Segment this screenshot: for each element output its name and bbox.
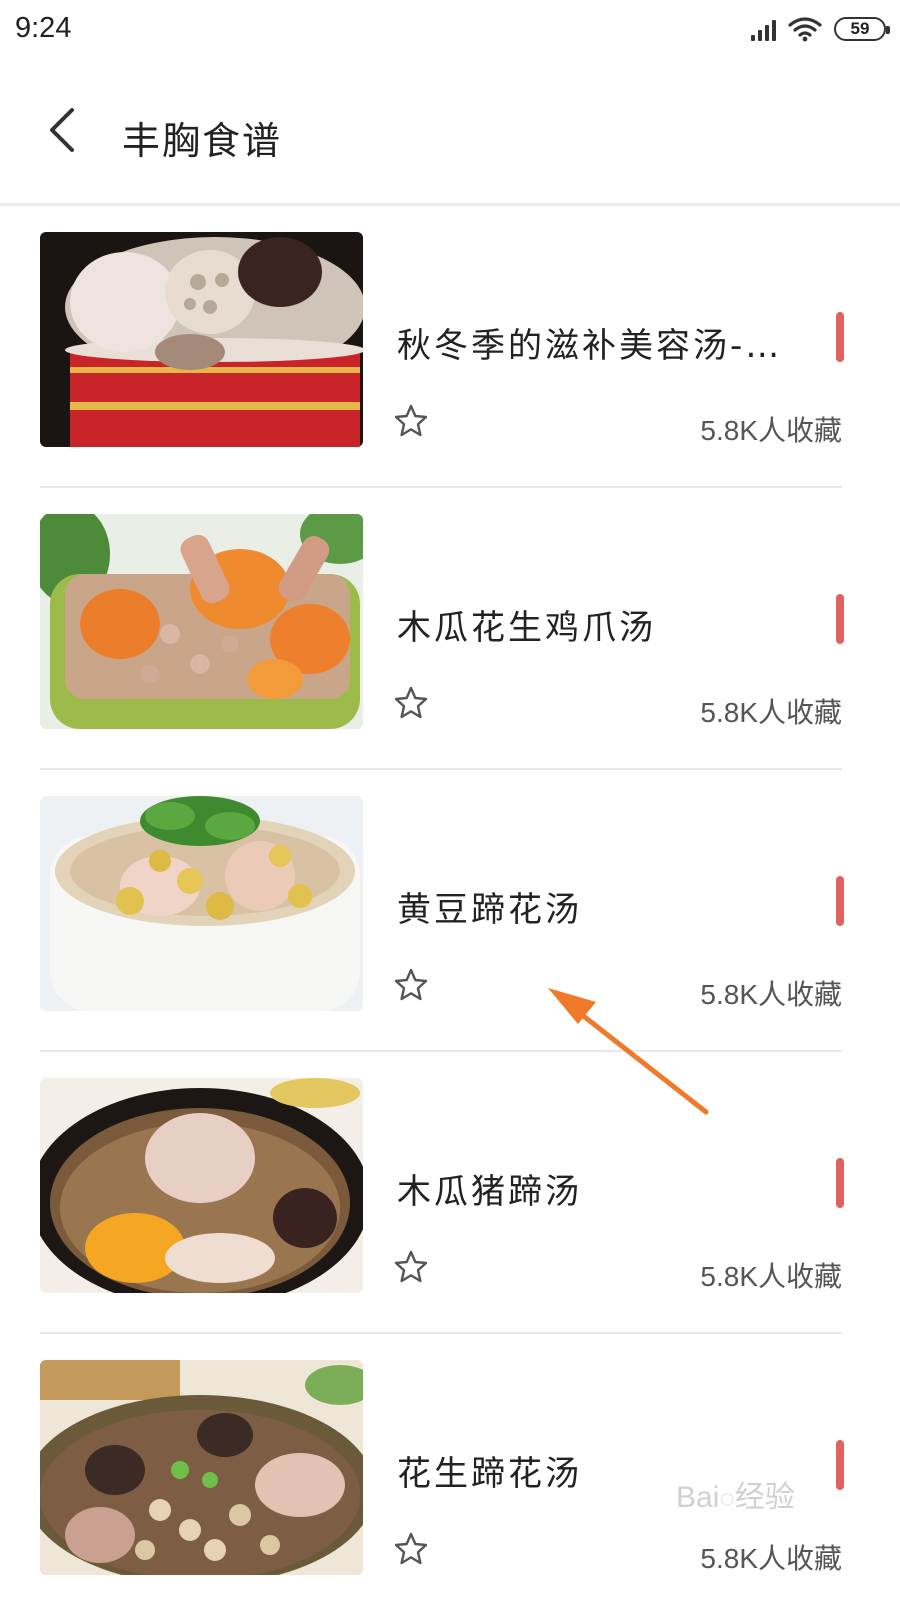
- recipe-item[interactable]: 黄豆蹄花汤 5.8K人收藏: [0, 770, 900, 1052]
- recipe-thumbnail: [40, 1078, 363, 1293]
- status-icons: 59: [751, 16, 890, 42]
- signal-icon: [751, 17, 776, 41]
- back-button[interactable]: [40, 102, 96, 158]
- recipe-title: 木瓜猪蹄汤: [397, 1172, 582, 1212]
- star-icon[interactable]: [392, 402, 430, 440]
- battery-level: 59: [850, 19, 870, 38]
- status-time: 9:24: [15, 12, 72, 44]
- recipe-title: 黄豆蹄花汤: [397, 890, 582, 930]
- favorite-count: 5.8K人收藏: [700, 979, 842, 1010]
- star-icon[interactable]: [392, 684, 430, 722]
- accent-marker: [836, 876, 844, 926]
- recipe-item[interactable]: 秋冬季的滋补美容汤-… 5.8K人收藏: [0, 206, 900, 488]
- recipe-title: 木瓜花生鸡爪汤: [397, 608, 656, 648]
- accent-marker: [836, 312, 844, 362]
- recipe-list: 秋冬季的滋补美容汤-… 5.8K人收藏 木瓜花生鸡爪汤 5.8K人收藏 黄豆蹄花…: [0, 206, 900, 1600]
- recipe-thumbnail: [40, 1360, 363, 1575]
- header: 丰胸食谱: [0, 62, 900, 206]
- recipe-item[interactable]: 花生蹄花汤 5.8K人收藏: [0, 1334, 900, 1600]
- accent-marker: [836, 1440, 844, 1490]
- recipe-title: 秋冬季的滋补美容汤-…: [397, 326, 783, 366]
- recipe-thumbnail: [40, 514, 363, 729]
- star-icon[interactable]: [392, 1248, 430, 1286]
- page-title: 丰胸食谱: [122, 119, 283, 163]
- accent-marker: [836, 1158, 844, 1208]
- accent-marker: [836, 594, 844, 644]
- recipe-item[interactable]: 木瓜猪蹄汤 5.8K人收藏: [0, 1052, 900, 1334]
- watermark-logo: Bai◌经验: [676, 1481, 795, 1514]
- status-bar: 9:24 59: [0, 0, 900, 62]
- recipe-item[interactable]: 木瓜花生鸡爪汤 5.8K人收藏: [0, 488, 900, 770]
- favorite-count: 5.8K人收藏: [700, 415, 842, 446]
- favorite-count: 5.8K人收藏: [700, 697, 842, 728]
- back-arrow-icon: [50, 108, 74, 152]
- favorite-count: 5.8K人收藏: [700, 1261, 842, 1292]
- star-icon[interactable]: [392, 966, 430, 1004]
- wifi-icon: [788, 17, 822, 42]
- battery-icon: 59: [834, 17, 890, 41]
- star-icon[interactable]: [392, 1530, 430, 1568]
- favorite-count: 5.8K人收藏: [700, 1543, 842, 1574]
- recipe-thumbnail: [40, 796, 363, 1011]
- recipe-thumbnail: [40, 232, 363, 447]
